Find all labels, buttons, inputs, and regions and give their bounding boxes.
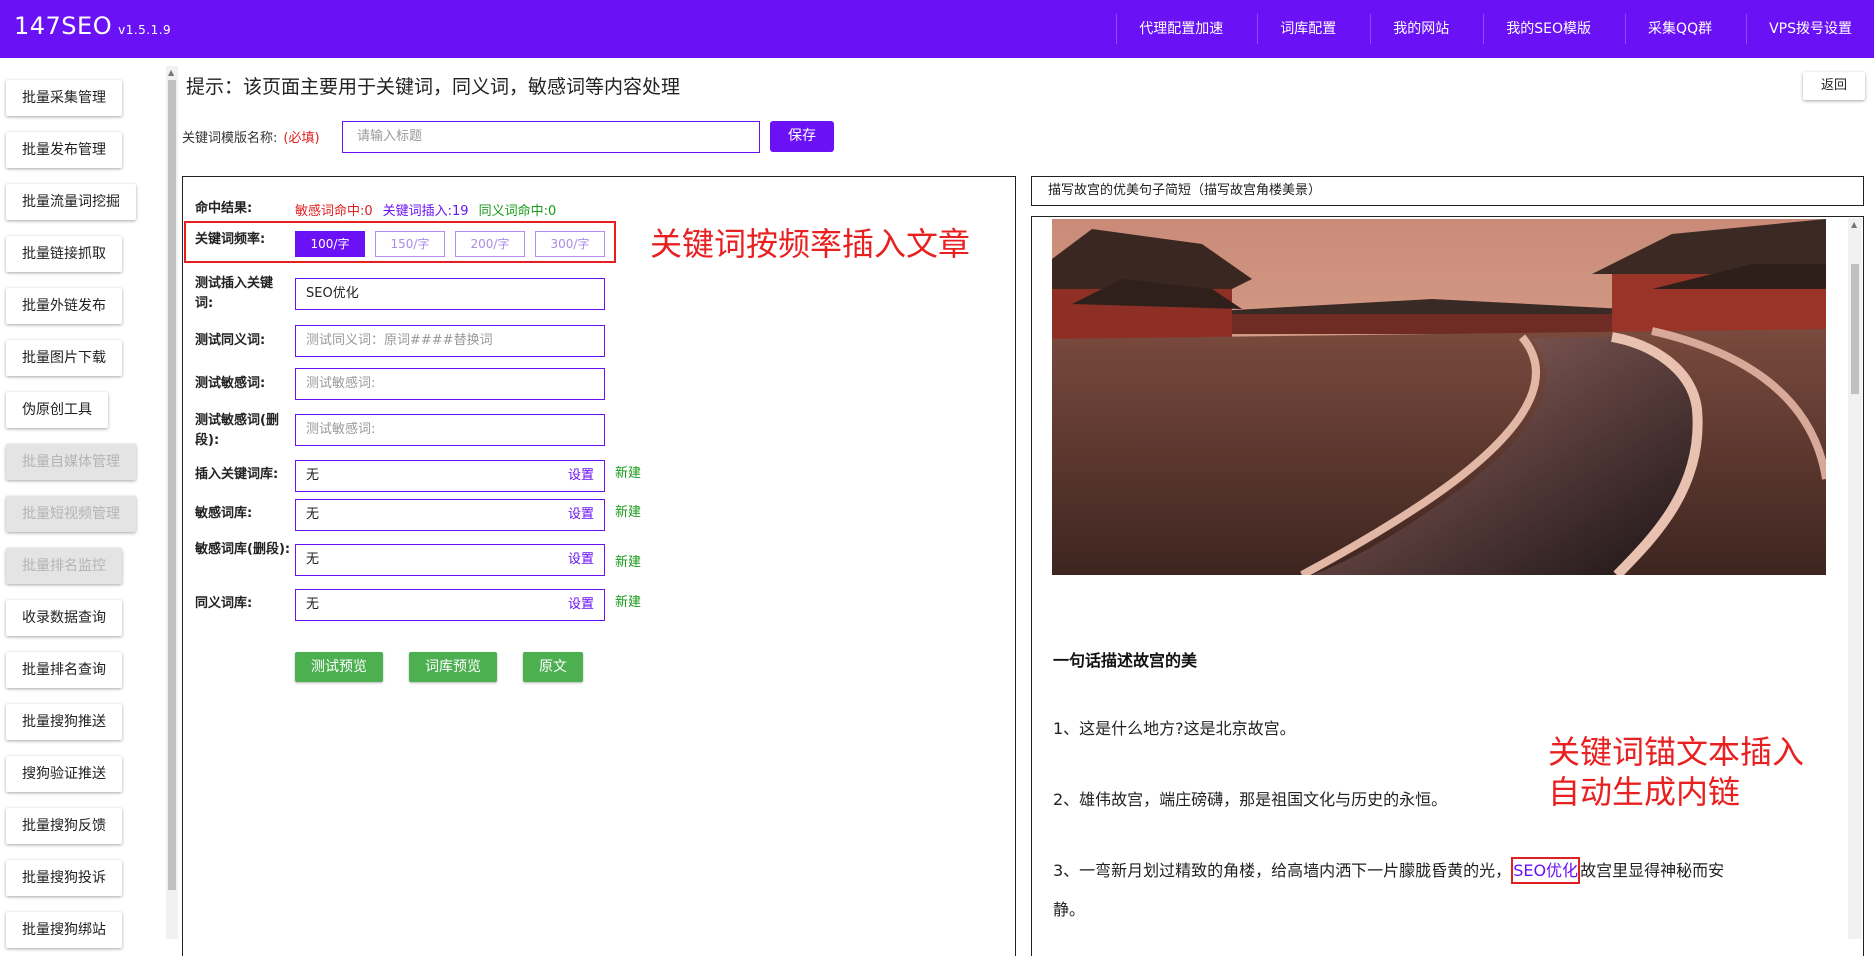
paragraph-3-before: 3、一弯新月划过精致的角楼，给高墙内洒下一片朦胧昏黄的光， (1053, 861, 1512, 880)
insert-lib-value: 无 (306, 468, 320, 483)
sidebar-item-rank-monitor: 批量排名监控 (6, 548, 122, 584)
sidebar-item-traffic-keywords[interactable]: 批量流量词挖掘 (6, 184, 136, 220)
sidebar-item-sogou-complaint[interactable]: 批量搜狗投诉 (6, 860, 122, 896)
hit-synonym: 同义词命中:0 (478, 204, 557, 219)
synonym-lib-field: 无 设置 (295, 589, 605, 621)
test-sensitive-placeholder: 测试敏感词: (306, 376, 376, 391)
sidebar-item-pseudo-original[interactable]: 伪原创工具 (6, 392, 108, 428)
article-heading: 一句话描述故宫的美 (1053, 651, 1198, 670)
sensitive-del-lib-field: 无 设置 (295, 544, 605, 576)
hit-result-values: 敏感词命中:0 关键词插入:19 同义词命中:0 (295, 200, 556, 219)
frequency-label: 关键词频率: (195, 232, 266, 247)
test-synonym-placeholder: 测试同义词：原词####替换词 (306, 333, 493, 348)
sensitive-del-lib-label: 敏感词库(删段): (195, 542, 291, 557)
sidebar-item-sogou-feedback[interactable]: 批量搜狗反馈 (6, 808, 122, 844)
page-hint: 提示：该页面主要用于关键词，同义词，敏感词等内容处理 (186, 76, 681, 98)
article-scrollbar-thumb[interactable] (1851, 264, 1859, 394)
synonym-lib-label: 同义词库: (195, 596, 253, 611)
sidebar-item-link-crawl[interactable]: 批量链接抓取 (6, 236, 122, 272)
sidebar: 批量采集管理 批量发布管理 批量流量词挖掘 批量链接抓取 批量外链发布 批量图片… (0, 58, 166, 948)
test-sensitive-del-placeholder: 测试敏感词: (306, 422, 376, 437)
synonym-lib-set-link[interactable]: 设置 (568, 590, 594, 620)
sidebar-scrollbar[interactable]: ▲ (166, 66, 178, 939)
sidebar-item-media-manage: 批量自媒体管理 (6, 444, 136, 480)
paragraph-3-after: 故宫里显得神秘而安 (1580, 861, 1725, 880)
nav-lexicon-config[interactable]: 词库配置 (1257, 14, 1358, 44)
annotation-frequency-insert: 关键词按频率插入文章 (650, 225, 971, 263)
article-scroll-up-icon[interactable]: ▲ (1851, 220, 1857, 229)
sensitive-lib-label: 敏感词库: (195, 506, 253, 521)
sensitive-lib-value: 无 (306, 507, 320, 522)
save-button[interactable]: 保存 (770, 121, 834, 152)
sidebar-item-image-download[interactable]: 批量图片下载 (6, 340, 122, 376)
synonym-lib-value: 无 (306, 597, 320, 612)
lib-preview-button[interactable]: 词库预览 (409, 652, 497, 682)
template-name-label: 关键词模版名称: (必填) (182, 127, 320, 146)
test-keyword-label: 测试插入关键词: (195, 276, 274, 311)
brand-name: 147SEO (14, 12, 113, 40)
test-sensitive-del-input[interactable]: 测试敏感词: (295, 414, 605, 446)
test-keyword-value: SEO优化 (306, 286, 359, 301)
sidebar-item-batch-publish[interactable]: 批量发布管理 (6, 132, 122, 168)
article-scrollbar[interactable]: ▲ (1848, 218, 1862, 939)
sidebar-item-video-manage: 批量短视频管理 (6, 496, 136, 532)
hit-keyword: 关键词插入:19 (382, 204, 469, 219)
insert-lib-new-link[interactable]: 新建 (615, 462, 641, 481)
forbidden-city-photo (1052, 219, 1826, 575)
sidebar-item-index-query[interactable]: 收录数据查询 (6, 600, 122, 636)
sidebar-item-sogou-push[interactable]: 批量搜狗推送 (6, 704, 122, 740)
seo-anchor-link[interactable]: SEO优化 (1511, 857, 1581, 884)
test-synonym-label: 测试同义词: (195, 333, 266, 348)
article-paragraph-2: 2、雄伟故宫，端庄磅礴，那是祖国文化与历史的永恒。 (1053, 790, 1448, 809)
test-keyword-input[interactable]: SEO优化 (295, 278, 605, 310)
app-version: v1.5.1.9 (118, 23, 172, 37)
scrollbar-thumb[interactable] (168, 80, 176, 890)
insert-lib-set-link[interactable]: 设置 (568, 461, 594, 491)
nav-proxy-config[interactable]: 代理配置加速 (1116, 14, 1245, 44)
template-name-label-text: 关键词模版名称: (182, 131, 278, 146)
app-brand: 147SEO v1.5.1.9 (14, 12, 171, 40)
required-mark: (必填) (283, 131, 320, 146)
scroll-up-icon[interactable]: ▲ (168, 68, 174, 77)
insert-lib-field: 无 设置 (295, 460, 605, 492)
sidebar-item-sogou-bind[interactable]: 批量搜狗绑站 (6, 912, 122, 948)
nav-my-sites[interactable]: 我的网站 (1370, 14, 1471, 44)
sensitive-del-lib-value: 无 (306, 552, 320, 567)
sidebar-item-backlink-publish[interactable]: 批量外链发布 (6, 288, 122, 324)
synonym-lib-new-link[interactable]: 新建 (615, 591, 641, 610)
sensitive-lib-field: 无 设置 (295, 499, 605, 531)
back-button[interactable]: 返回 (1803, 72, 1865, 100)
sidebar-item-batch-collect[interactable]: 批量采集管理 (6, 80, 122, 116)
original-text-button[interactable]: 原文 (523, 652, 583, 682)
sensitive-lib-set-link[interactable]: 设置 (568, 500, 594, 530)
sidebar-item-sogou-verify-push[interactable]: 搜狗验证推送 (6, 756, 122, 792)
hit-sensitive: 敏感词命中:0 (295, 204, 373, 219)
article-title-box[interactable]: 描写故宫的优美句子简短（描写故宫角楼美景） (1031, 176, 1864, 206)
article-paragraph-3-continued: 静。 (1053, 900, 1086, 919)
nav-qq-group[interactable]: 采集QQ群 (1625, 14, 1734, 44)
test-sensitive-del-label: 测试敏感词(删段): (195, 413, 279, 448)
nav-my-seo-templates[interactable]: 我的SEO模版 (1483, 14, 1613, 44)
freq-option-100[interactable]: 100/字 (295, 231, 365, 257)
top-bar: 147SEO v1.5.1.9 代理配置加速 词库配置 我的网站 我的SEO模版 … (0, 0, 1874, 58)
freq-option-150[interactable]: 150/字 (375, 231, 445, 257)
insert-lib-label: 插入关键词库: (195, 467, 279, 482)
template-name-input[interactable]: 请输入标题 (342, 121, 760, 153)
test-sensitive-input[interactable]: 测试敏感词: (295, 368, 605, 400)
article-paragraph-1: 1、这是什么地方?这是北京故宫。 (1053, 719, 1296, 738)
sensitive-del-lib-set-link[interactable]: 设置 (568, 545, 594, 575)
test-synonym-input[interactable]: 测试同义词：原词####替换词 (295, 325, 605, 357)
sidebar-item-rank-query[interactable]: 批量排名查询 (6, 652, 122, 688)
nav-vps-dial[interactable]: VPS拨号设置 (1746, 14, 1874, 44)
sensitive-lib-new-link[interactable]: 新建 (615, 501, 641, 520)
freq-option-200[interactable]: 200/字 (455, 231, 525, 257)
hit-result-label: 命中结果: (195, 201, 253, 216)
sensitive-del-lib-new-link[interactable]: 新建 (615, 551, 641, 570)
freq-option-300[interactable]: 300/字 (535, 231, 605, 257)
test-preview-button[interactable]: 测试预览 (295, 652, 383, 682)
article-paragraph-3: 3、一弯新月划过精致的角楼，给高墙内洒下一片朦胧昏黄的光， SEO优化 故宫里显得神… (1053, 851, 1724, 891)
top-nav: 代理配置加速 词库配置 我的网站 我的SEO模版 采集QQ群 VPS拨号设置 (1104, 14, 1874, 44)
test-sensitive-label: 测试敏感词: (195, 376, 266, 391)
